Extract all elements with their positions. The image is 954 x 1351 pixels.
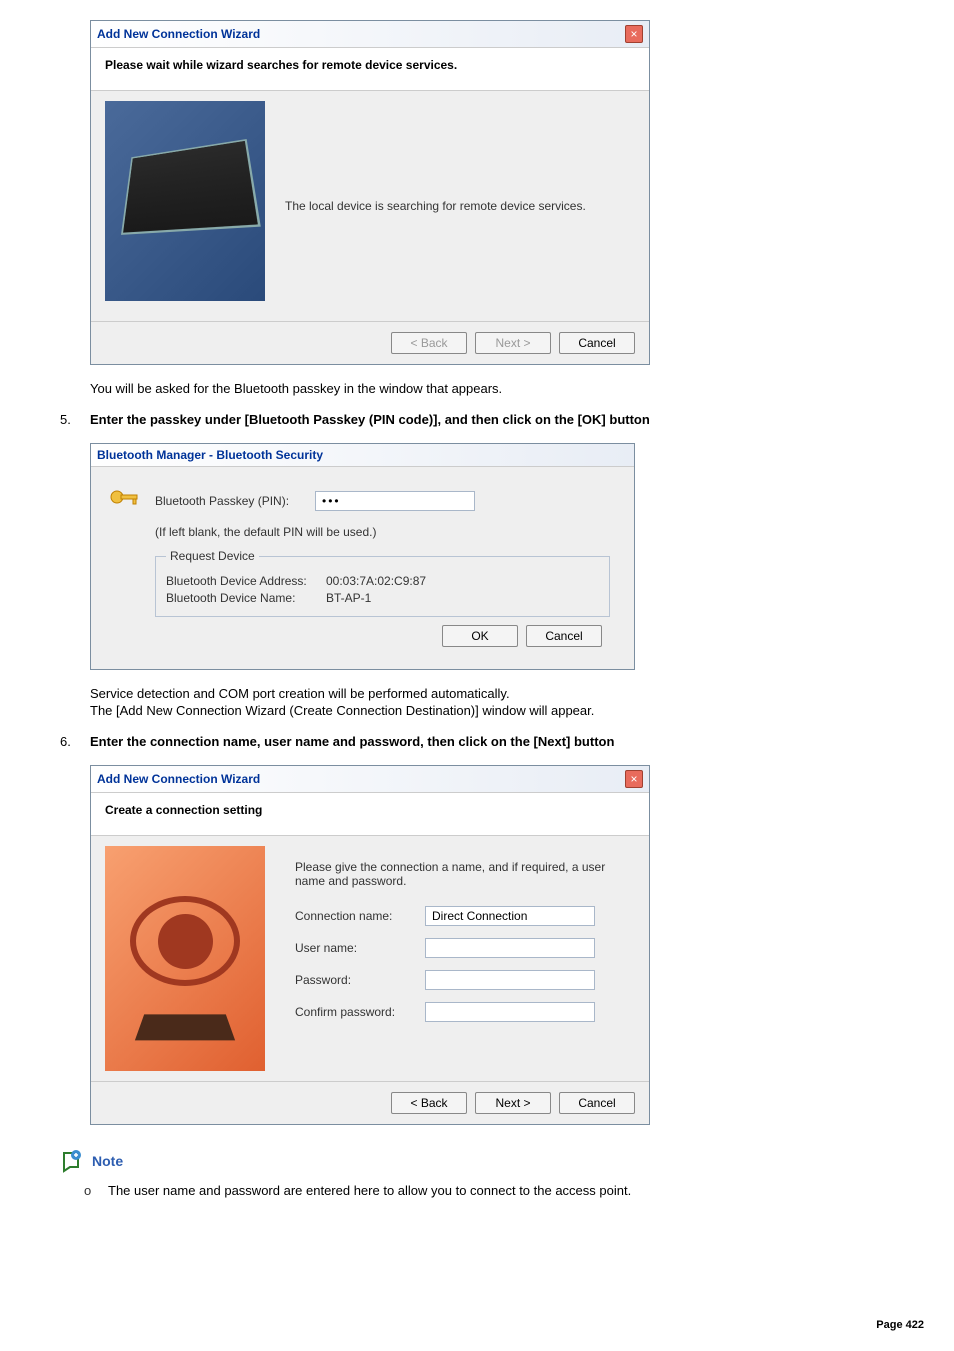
step-number: 6. (60, 734, 90, 749)
fieldset-legend: Request Device (166, 549, 259, 563)
note-bullet: o (84, 1183, 108, 1198)
device-name-value: BT-AP-1 (326, 591, 371, 605)
note-item: o The user name and password are entered… (84, 1183, 894, 1198)
dialog-title: Bluetooth Manager - Bluetooth Security (97, 448, 323, 462)
cancel-button[interactable]: Cancel (559, 332, 635, 354)
connection-name-label: Connection name: (295, 909, 425, 923)
dialog-header-area: Create a connection setting (91, 793, 649, 836)
dialog-title: Add New Connection Wizard (97, 27, 260, 41)
step-instruction: Enter the passkey under [Bluetooth Passk… (90, 412, 650, 427)
request-device-fieldset: Request Device Bluetooth Device Address:… (155, 549, 610, 617)
cancel-button[interactable]: Cancel (526, 625, 602, 647)
body-paragraph: Service detection and COM port creation … (90, 686, 894, 701)
connection-name-input[interactable] (425, 906, 595, 926)
note-label: Note (92, 1153, 123, 1169)
bluetooth-key-icon (107, 483, 143, 519)
device-name-label: Bluetooth Device Name: (166, 591, 326, 605)
back-button[interactable]: < Back (391, 332, 467, 354)
pin-input[interactable] (315, 491, 475, 511)
wizard-graphic (105, 846, 265, 1071)
pin-hint: (If left blank, the default PIN will be … (155, 525, 618, 539)
confirm-password-input[interactable] (425, 1002, 595, 1022)
next-button[interactable]: Next > (475, 1092, 551, 1114)
password-label: Password: (295, 973, 425, 987)
cancel-button[interactable]: Cancel (559, 1092, 635, 1114)
dialog-buttons: OK Cancel (107, 617, 618, 661)
pin-label: Bluetooth Passkey (PIN): (155, 494, 315, 508)
connection-wizard-setting-dialog: Add New Connection Wizard × Create a con… (90, 765, 650, 1125)
dialog-buttons: < Back Next > Cancel (91, 1081, 649, 1124)
dialog-body: Bluetooth Passkey (PIN): (If left blank,… (91, 467, 634, 669)
note-list: o The user name and password are entered… (84, 1183, 894, 1198)
device-address-value: 00:03:7A:02:C9:87 (326, 574, 426, 588)
connection-wizard-search-dialog: Add New Connection Wizard × Please wait … (90, 20, 650, 365)
back-button[interactable]: < Back (391, 1092, 467, 1114)
next-button[interactable]: Next > (475, 332, 551, 354)
username-label: User name: (295, 941, 425, 955)
page-number: Page 422 (876, 1319, 924, 1331)
body-paragraph: The [Add New Connection Wizard (Create C… (90, 703, 894, 718)
step-6: 6. Enter the connection name, user name … (60, 734, 894, 749)
note-header: Note (60, 1149, 894, 1173)
dialog-buttons: < Back Next > Cancel (91, 321, 649, 364)
close-icon[interactable]: × (625, 25, 643, 43)
dialog-header-text: Create a connection setting (105, 803, 635, 817)
dialog-header-text: Please wait while wizard searches for re… (105, 58, 635, 72)
note-icon (60, 1149, 84, 1173)
password-input[interactable] (425, 970, 595, 990)
username-input[interactable] (425, 938, 595, 958)
dialog-body-text: The local device is searching for remote… (285, 101, 635, 311)
confirm-password-label: Confirm password: (295, 1005, 425, 1019)
step-instruction: Enter the connection name, user name and… (90, 734, 614, 749)
dialog-title: Add New Connection Wizard (97, 772, 260, 786)
dialog-titlebar: Add New Connection Wizard × (91, 21, 649, 48)
step-number: 5. (60, 412, 90, 427)
form-instruction: Please give the connection a name, and i… (295, 860, 625, 888)
dialog-body: The local device is searching for remote… (91, 91, 649, 321)
dialog-body: Please give the connection a name, and i… (91, 836, 649, 1081)
close-icon[interactable]: × (625, 770, 643, 788)
device-address-label: Bluetooth Device Address: (166, 574, 326, 588)
dialog-titlebar: Add New Connection Wizard × (91, 766, 649, 793)
bluetooth-security-dialog: Bluetooth Manager - Bluetooth Security B… (90, 443, 635, 670)
form-area: Please give the connection a name, and i… (285, 846, 635, 1071)
ok-button[interactable]: OK (442, 625, 518, 647)
step-5: 5. Enter the passkey under [Bluetooth Pa… (60, 412, 894, 427)
dialog-titlebar: Bluetooth Manager - Bluetooth Security (91, 444, 634, 467)
body-paragraph: You will be asked for the Bluetooth pass… (90, 381, 894, 396)
note-text: The user name and password are entered h… (108, 1183, 631, 1198)
wizard-graphic (105, 101, 265, 301)
dialog-header-area: Please wait while wizard searches for re… (91, 48, 649, 91)
